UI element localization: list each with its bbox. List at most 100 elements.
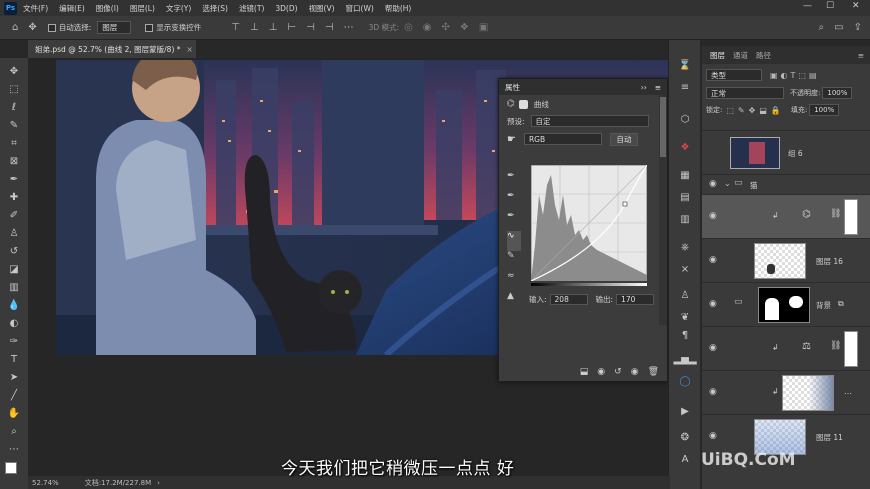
layer-row-cat-group[interactable]: ◉ ⌄ ▭ 猫	[702, 174, 870, 194]
minimize-button[interactable]: —	[803, 1, 812, 11]
channel-dropdown[interactable]: RGB	[523, 133, 602, 145]
menu-filter[interactable]: 滤镜(T)	[239, 3, 264, 14]
document-info[interactable]: 文档:17.2M/227.8M	[85, 478, 151, 488]
layer-mask-thumbnail[interactable]	[844, 199, 858, 235]
menu-3d[interactable]: 3D(D)	[275, 4, 297, 13]
character-panel-icon[interactable]: A	[677, 452, 693, 466]
crop-tool-icon[interactable]: ⌗	[6, 136, 22, 150]
kind-filter-dropdown[interactable]: 类型	[706, 69, 762, 81]
auto-select-dropdown[interactable]: 图层	[97, 21, 132, 34]
layers-panel-menu-icon[interactable]: ≡	[858, 51, 864, 60]
actions-panel-icon[interactable]: ▶	[677, 404, 693, 418]
opacity-field[interactable]: 100%	[822, 87, 853, 99]
menu-type[interactable]: 文字(Y)	[166, 3, 191, 14]
zoom-level[interactable]: 52.74%	[32, 479, 59, 487]
home-icon[interactable]: ⌂	[12, 22, 18, 33]
tab-layers[interactable]: 图层	[710, 50, 725, 61]
menu-help[interactable]: 帮助(H)	[385, 3, 412, 14]
3d-panel-icon[interactable]: ⬡	[677, 112, 693, 126]
healing-brush-tool-icon[interactable]: ✚	[6, 190, 22, 204]
auto-select-checkbox[interactable]	[47, 23, 56, 32]
document-tab[interactable]: 姐弟.psd @ 52.7% (曲线 2, 图层蒙版/8) * ×	[28, 40, 196, 58]
pen-tool-icon[interactable]: ✑	[6, 334, 22, 348]
output-field[interactable]: 170	[616, 294, 655, 305]
histogram-panel-icon[interactable]: ▂▅▂	[673, 352, 696, 366]
lock-icons[interactable]: ⬚✎✥⬓🔒	[726, 106, 784, 115]
white-point-eyedropper-icon[interactable]: ✒	[507, 211, 521, 231]
brush-tool-icon[interactable]: ✐	[6, 208, 22, 222]
align-top-icon[interactable]: ⊤	[231, 22, 240, 33]
brushes-panel-icon[interactable]: ⨯	[677, 262, 693, 276]
styles-panel-icon[interactable]: ❂	[677, 430, 693, 444]
on-image-adjust-icon[interactable]: ☛	[507, 134, 516, 145]
layer-name[interactable]: 猫	[750, 180, 758, 191]
visibility-eye-icon[interactable]: ◉	[709, 179, 717, 189]
blend-mode-dropdown[interactable]: 正常	[706, 87, 784, 99]
layer-row-background-group[interactable]: ◉ ▭ 背景 ⧉	[702, 282, 870, 326]
status-menu-arrow[interactable]: ›	[157, 479, 160, 487]
visibility-eye-icon[interactable]: ◉	[709, 211, 717, 221]
layer-mask-thumbnail[interactable]	[844, 331, 858, 367]
align-vcenter-icon[interactable]: ⊥	[250, 22, 259, 33]
clip-to-layer-icon[interactable]: ⬓	[580, 367, 589, 377]
view-previous-state-icon[interactable]: ◉	[597, 367, 605, 377]
layer-row-curves-2[interactable]: ◉ ↲ ⌬ ⛓	[702, 194, 870, 238]
patterns-panel-icon[interactable]: ▥	[677, 212, 693, 226]
layer-name[interactable]: 图层 11	[816, 432, 843, 443]
layer-name[interactable]: 组 6	[788, 148, 803, 159]
clipping-warning-icon[interactable]: ▲	[507, 291, 521, 311]
menu-window[interactable]: 窗口(W)	[346, 3, 374, 14]
path-select-tool-icon[interactable]: ➤	[6, 370, 22, 384]
black-point-eyedropper-icon[interactable]: ✒	[507, 171, 521, 191]
line-tool-icon[interactable]: ╱	[6, 388, 22, 402]
layer-mask-icon[interactable]	[518, 99, 528, 109]
more-options-icon[interactable]: ⋯	[344, 22, 354, 33]
3d-scale-icon[interactable]: ▣	[479, 22, 488, 33]
hand-tool-icon[interactable]: ✋	[6, 406, 22, 420]
maximize-button[interactable]: ☐	[826, 1, 834, 11]
gradients-panel-icon[interactable]: ▤	[677, 190, 693, 204]
show-transform-checkbox[interactable]	[145, 23, 154, 32]
navigator-panel-icon[interactable]: ◯	[677, 374, 693, 388]
foreground-color-swatch[interactable]	[5, 462, 17, 474]
menu-image[interactable]: 图像(I)	[96, 3, 119, 14]
menu-layer[interactable]: 图层(L)	[130, 3, 155, 14]
gray-point-eyedropper-icon[interactable]: ✒	[507, 191, 521, 211]
brush-settings-icon[interactable]: ⎈	[677, 240, 693, 254]
reset-adjustment-icon[interactable]: ↺	[614, 367, 622, 377]
chain-link-icon[interactable]: ⛓	[830, 209, 841, 219]
color-panel-icon[interactable]: ❖	[677, 140, 693, 154]
paragraph-panel-icon[interactable]: ¶	[677, 328, 693, 342]
visibility-eye-icon[interactable]: ◉	[709, 431, 717, 441]
3d-drag-icon[interactable]: ✣	[442, 22, 450, 33]
properties-scrollbar[interactable]	[659, 95, 667, 325]
move-tool-icon[interactable]: ✥	[6, 64, 22, 78]
3d-orbit-icon[interactable]: ◎	[404, 22, 413, 33]
align-bottom-icon[interactable]: ⊥	[269, 22, 278, 33]
fill-field[interactable]: 100%	[809, 104, 840, 116]
curves-graph[interactable]	[531, 165, 647, 281]
layer-row-layer-16[interactable]: ◉ 图层 16	[702, 238, 870, 282]
visibility-eye-icon[interactable]: ◉	[709, 255, 717, 265]
auto-button[interactable]: 自动	[609, 132, 638, 146]
edit-toolbar-icon[interactable]: ⋯	[6, 442, 22, 456]
layer-row-balance-adjustment[interactable]: ◉ ↲ ⚖ ⛓	[702, 326, 870, 370]
close-window-button[interactable]: ✕	[852, 1, 860, 11]
close-tab-icon[interactable]: ×	[187, 45, 193, 54]
eraser-tool-icon[interactable]: ◪	[6, 262, 22, 276]
3d-slide-icon[interactable]: ❖	[460, 22, 469, 33]
tab-paths[interactable]: 路径	[756, 50, 771, 61]
menu-select[interactable]: 选择(S)	[202, 3, 228, 14]
history-brush-tool-icon[interactable]: ↺	[6, 244, 22, 258]
filter-icons[interactable]: ▣◐T⬚▤	[770, 71, 820, 80]
preset-dropdown[interactable]: 自定	[530, 115, 649, 127]
swatches-panel-icon[interactable]: ▦	[677, 168, 693, 182]
align-left-icon[interactable]: ⊢	[287, 22, 296, 33]
smooth-curve-icon[interactable]: ≈	[507, 271, 521, 291]
layer-name[interactable]: 图层 16	[816, 256, 843, 267]
group-expand-icon[interactable]: ⌄	[724, 179, 731, 188]
blur-tool-icon[interactable]: 💧	[6, 298, 22, 312]
clone-source-icon[interactable]: ♙	[677, 288, 693, 302]
visibility-eye-icon[interactable]: ◉	[709, 299, 717, 309]
3d-roll-icon[interactable]: ◉	[423, 22, 432, 33]
